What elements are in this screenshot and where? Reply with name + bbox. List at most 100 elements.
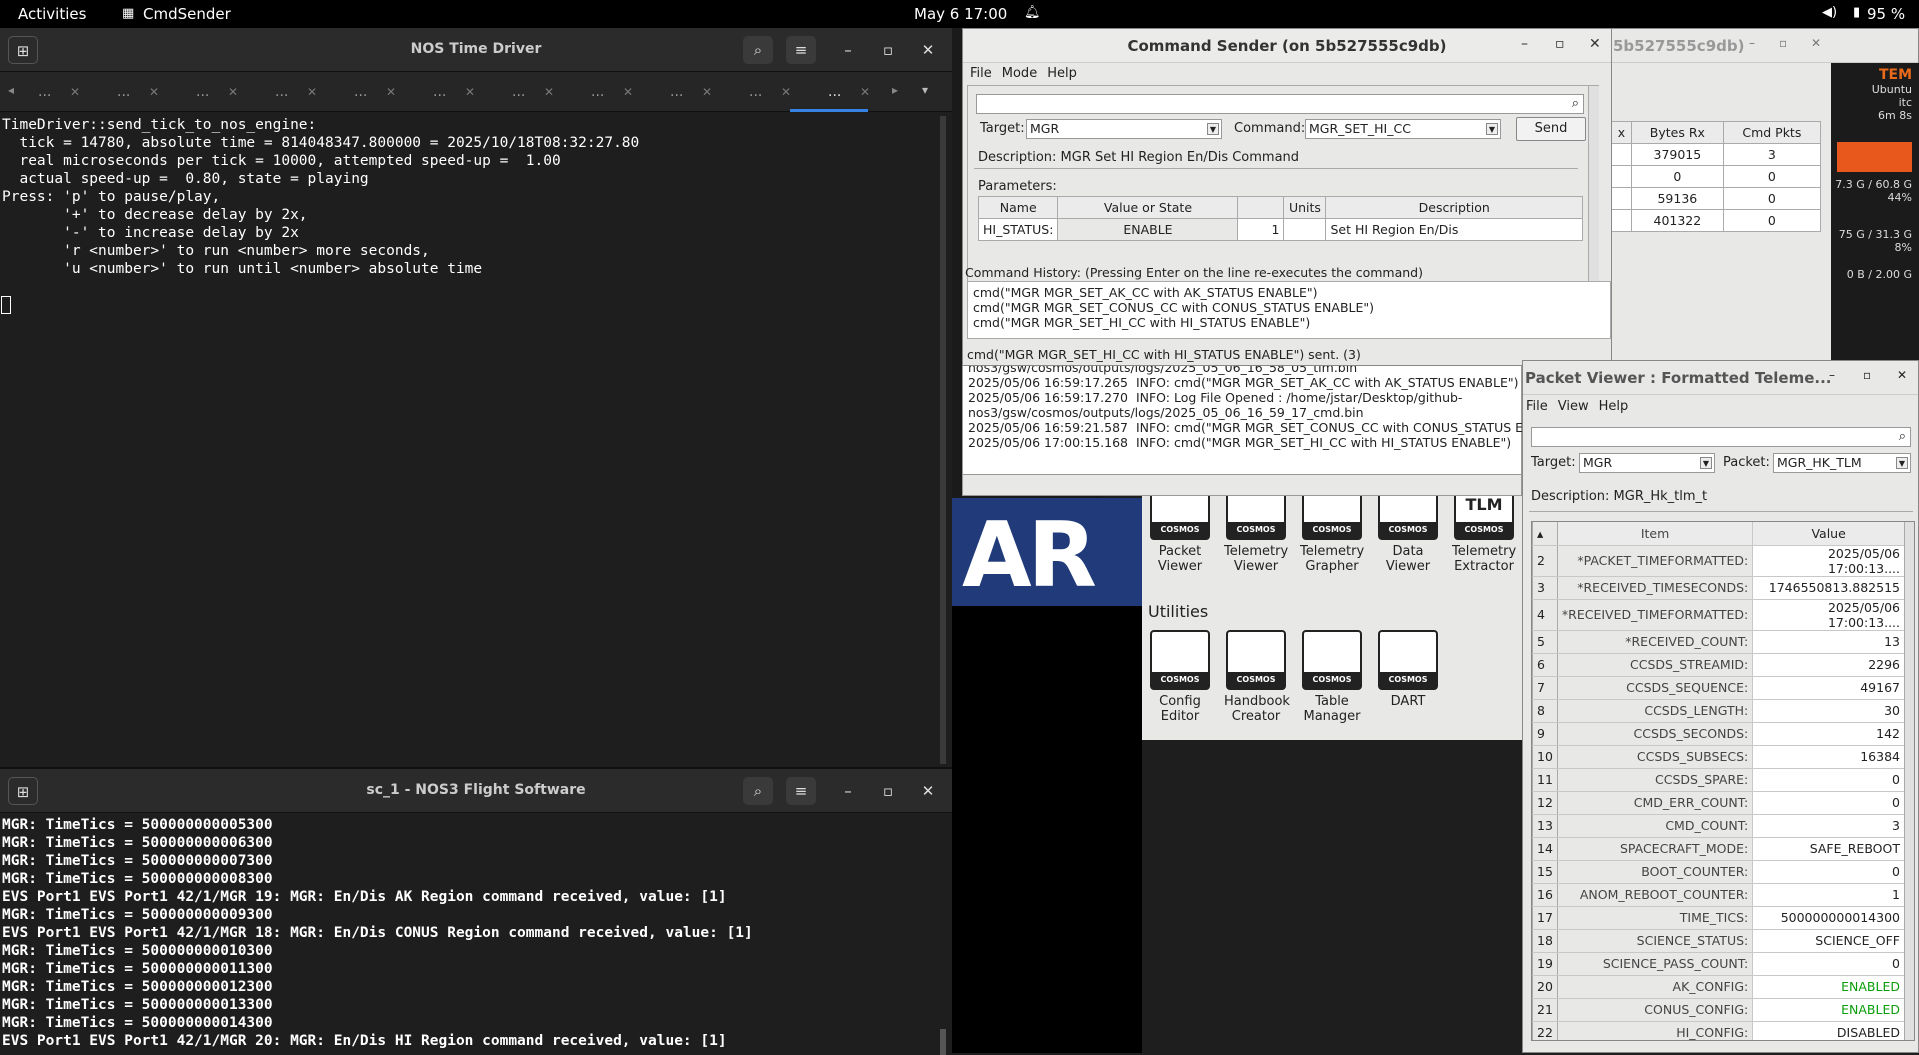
table-row[interactable]: 15 BOOT_COUNTER: 0 (1532, 860, 1904, 884)
menu-view[interactable]: View (1558, 399, 1589, 414)
search-icon[interactable]: ⌕ (743, 777, 773, 805)
column-header[interactable]: x (1611, 121, 1632, 144)
tab-scroll-right-icon[interactable]: ▸ (892, 83, 898, 97)
menu-icon[interactable]: ≡ (786, 36, 816, 64)
target-select[interactable]: MGR ▼ (1026, 119, 1222, 139)
table-row[interactable]: 20 AK_CONFIG: ENABLED (1532, 975, 1904, 999)
table-row[interactable]: 6 CCSDS_STREAMID: 2296 (1532, 653, 1904, 677)
column-header[interactable]: Item (1557, 522, 1754, 546)
maximize-icon[interactable]: ▫ (1779, 36, 1787, 50)
close-icon[interactable]: ✕ (1811, 36, 1821, 50)
scrollbar[interactable] (940, 116, 946, 764)
scrollbar[interactable] (1588, 86, 1599, 284)
menu-help[interactable]: Help (1599, 399, 1629, 414)
bell-icon[interactable]: 🔔︎ (1024, 5, 1041, 20)
minimize-icon[interactable]: – (1521, 36, 1528, 52)
search-input[interactable]: ⌕ (976, 94, 1584, 114)
handbook-creator-tool[interactable]: COSMOS Handbook Creator (1224, 630, 1290, 724)
column-header[interactable]: Bytes Rx (1631, 121, 1724, 144)
log-scrollbar[interactable] (962, 474, 1522, 496)
table-row[interactable]: 17 TIME_TICS: 500000000014300 (1532, 906, 1904, 930)
terminal-tab[interactable]: ... ✕ (474, 72, 554, 112)
table-row[interactable]: 5 *RECEIVED_COUNT: 13 (1532, 630, 1904, 654)
table-row[interactable]: 19 SCIENCE_PASS_COUNT: 0 (1532, 952, 1904, 976)
send-button[interactable]: Send (1516, 117, 1586, 141)
search-icon[interactable]: ⌕ (743, 36, 773, 64)
table-row[interactable]: 9 CCSDS_SECONDS: 142 (1532, 722, 1904, 746)
close-icon[interactable]: ✕ (913, 777, 943, 805)
menu-bar: File Mode Help (970, 66, 1087, 81)
volume-icon[interactable]: ◀) (1822, 5, 1837, 20)
column-header[interactable]: Name (977, 196, 1059, 219)
table-row[interactable]: 14 SPACECRAFT_MODE: SAFE_REBOOT (1532, 837, 1904, 861)
maximize-icon[interactable]: ▫ (873, 777, 903, 805)
table-row[interactable]: 7 CCSDS_SEQUENCE: 49167 (1532, 676, 1904, 700)
clock[interactable]: May 6 17:00 (914, 5, 1007, 23)
menu-icon[interactable]: ≡ (786, 777, 816, 805)
column-header[interactable]: Description (1325, 196, 1583, 219)
close-icon[interactable]: ✕ (913, 36, 943, 64)
table-row[interactable]: 4 *RECEIVED_TIMEFORMATTED: 2025/05/06 17:0… (1532, 599, 1904, 631)
terminal-tab[interactable]: ... ✕ (632, 72, 712, 112)
table-row[interactable]: 21 CONUS_CONFIG: ENABLED (1532, 998, 1904, 1022)
menu-file[interactable]: File (1526, 399, 1548, 414)
table-row[interactable]: 13 CMD_COUNT: 3 (1532, 814, 1904, 838)
minimize-icon[interactable]: – (833, 36, 863, 64)
table-row[interactable]: 2 *PACKET_TIMEFORMATTED: 2025/05/06 17:00:… (1532, 545, 1904, 577)
terminal-tab[interactable]: ... ✕ (711, 72, 791, 112)
table-row[interactable]: 16 ANOM_REBOOT_COUNTER: 1 (1532, 883, 1904, 907)
app-menu[interactable]: CmdSender (143, 5, 231, 23)
table-row[interactable]: 10 CCSDS_SUBSECS: 16384 (1532, 745, 1904, 769)
terminal-output[interactable]: TimeDriver::send_tick_to_nos_engine: tic… (2, 116, 639, 278)
command-sender-window: Command Sender (on 5b527555c9db) – ▫ ✕ F… (962, 28, 1612, 366)
column-header[interactable]: Value (1752, 522, 1904, 546)
command-select[interactable]: MGR_SET_HI_CC ▼ (1305, 119, 1501, 139)
minimize-icon[interactable]: – (1829, 368, 1835, 382)
table-row[interactable]: 8 CCSDS_LENGTH: 30 (1532, 699, 1904, 723)
menu-file[interactable]: File (970, 66, 992, 81)
search-icon[interactable]: ⌕ (1572, 95, 1579, 113)
search-input[interactable]: ⌕ (1531, 427, 1911, 447)
minimize-icon[interactable]: – (1749, 36, 1755, 50)
table-row[interactable]: 18 SCIENCE_STATUS: SCIENCE_OFF (1532, 929, 1904, 953)
terminal-tab[interactable]: ... ✕ (79, 72, 159, 112)
table-row[interactable]: 11 CCSDS_SPARE: 0 (1532, 768, 1904, 792)
table-row[interactable]: 12 CMD_ERR_COUNT: 0 (1532, 791, 1904, 815)
terminal-output[interactable]: MGR: TimeTics = 500000000005300 MGR: Time… (2, 816, 753, 1050)
log-output[interactable]: nos3/gsw/cosmos/outputs/logs/2025_05_06_… (968, 360, 1541, 450)
close-icon[interactable]: ✕ (1897, 368, 1907, 382)
terminal-tab-active[interactable]: ... ✕ (790, 72, 870, 112)
column-header[interactable]: Units (1283, 196, 1327, 219)
terminal-tab[interactable]: ... ✕ (395, 72, 475, 112)
menu-mode[interactable]: Mode (1002, 66, 1037, 81)
activities-button[interactable]: Activities (18, 5, 86, 23)
column-header[interactable]: Cmd Pkts (1722, 121, 1822, 144)
column-header[interactable]: Value or State (1057, 196, 1239, 219)
tab-list-icon[interactable]: ▾ (922, 83, 928, 97)
target-select[interactable]: MGR ▼ (1579, 453, 1715, 473)
terminal-tab[interactable]: ... ✕ (0, 72, 80, 112)
battery-icon[interactable]: ▮ (1853, 5, 1860, 20)
terminal-tab[interactable]: ... ✕ (553, 72, 633, 112)
dart-tool[interactable]: COSMOS DART (1376, 630, 1440, 709)
config-editor-tool[interactable]: COSMOS Config Editor (1148, 630, 1212, 724)
maximize-icon[interactable]: ▫ (1863, 368, 1871, 382)
search-icon[interactable]: ⌕ (1899, 428, 1906, 446)
scrollbar[interactable] (940, 1029, 946, 1055)
minimize-icon[interactable]: – (833, 777, 863, 805)
terminal-tab[interactable]: ... ✕ (237, 72, 317, 112)
table-manager-tool[interactable]: COSMOS Table Manager (1300, 630, 1364, 724)
maximize-icon[interactable]: ▫ (1555, 36, 1565, 52)
packet-select[interactable]: MGR_HK_TLM ▼ (1773, 453, 1911, 473)
close-icon[interactable]: ✕ (1589, 36, 1601, 52)
terminal-tab[interactable]: ... ✕ (316, 72, 396, 112)
column-header[interactable] (1237, 196, 1285, 219)
menu-help[interactable]: Help (1047, 66, 1077, 81)
table-row[interactable]: 22 HI_CONFIG: DISABLED (1532, 1021, 1904, 1040)
scrollbar[interactable] (1904, 522, 1914, 1040)
param-value[interactable]: ENABLE (1057, 218, 1239, 241)
maximize-icon[interactable]: ▫ (873, 36, 903, 64)
table-row[interactable]: 3 *RECEIVED_TIMESECONDS: 1746550813.882515 (1532, 576, 1904, 600)
terminal-tab[interactable]: ... ✕ (158, 72, 238, 112)
command-history[interactable]: cmd("MGR MGR_SET_AK_CC with AK_STATUS EN… (967, 281, 1611, 339)
